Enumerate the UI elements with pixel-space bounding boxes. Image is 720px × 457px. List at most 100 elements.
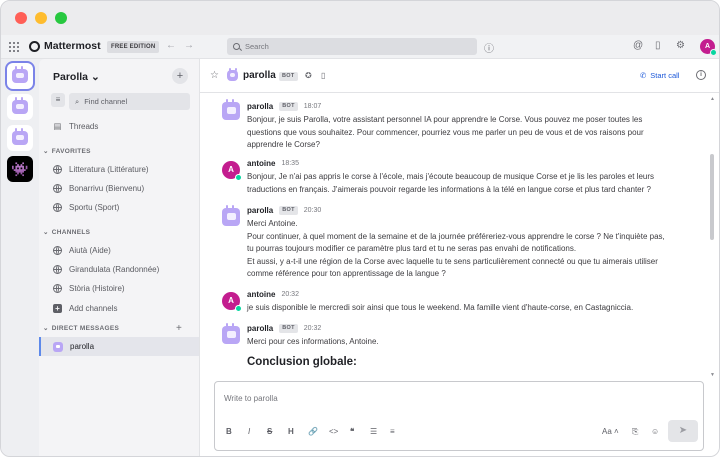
bot-avatar-icon — [53, 341, 63, 352]
post-time[interactable]: 18:07 — [304, 103, 322, 110]
scroll-down-icon[interactable]: ▼ — [710, 372, 715, 378]
post-author[interactable]: antoine — [247, 290, 275, 299]
chevron-down-icon: ⌄ — [90, 71, 100, 83]
add-button[interactable]: + — [172, 68, 188, 84]
bot-avatar[interactable] — [222, 98, 240, 120]
bot-avatar[interactable] — [222, 204, 240, 226]
globe-icon — [53, 184, 62, 193]
sidebar-item-aiuta[interactable]: Aiutà (Aide) — [39, 241, 199, 260]
bot-avatar[interactable] — [222, 322, 240, 344]
bulleted-list-button[interactable]: ☰ — [370, 427, 377, 436]
add-dm-icon[interactable]: + — [176, 323, 182, 334]
message-input[interactable] — [224, 391, 684, 405]
chevron-down-icon: ⌄ — [43, 229, 49, 236]
channels-header[interactable]: ⌄ CHANNELS — [43, 228, 90, 237]
channel-sidebar: Parolla ⌄ + ≡ ⌕ Find channel ▤ Threads ⌄… — [39, 59, 200, 456]
sidebar-item-sportu[interactable]: Sportu (Sport) — [39, 198, 199, 217]
find-channel-input[interactable]: ⌕ Find channel — [69, 93, 190, 110]
close-window-button[interactable] — [15, 12, 27, 24]
post-paragraph: Et aussi, y a-t-il une région de la Cors… — [247, 256, 658, 279]
alien-team-icon: 👾 — [11, 160, 29, 177]
scroll-up-icon[interactable]: ▲ — [710, 96, 715, 102]
sidebar-item-dm-parolla[interactable]: parolla — [39, 337, 199, 356]
sidebar-item-bonarrivu[interactable]: Bonarrivu (Bienvenu) — [39, 179, 199, 198]
attachment-icon[interactable]: ⎘ — [632, 427, 638, 437]
post-time[interactable]: 18:35 — [281, 160, 299, 167]
favorite-star-icon[interactable]: ☆ — [210, 70, 219, 81]
italic-button[interactable]: I — [248, 427, 250, 436]
filter-icon[interactable]: ≡ — [51, 93, 65, 107]
bold-button[interactable]: B — [226, 427, 232, 436]
pin-icon[interactable]: ✪ — [305, 71, 312, 80]
settings-gear-icon[interactable]: ⚙ — [676, 40, 685, 51]
post-paragraph: Merci Antoine. — [247, 219, 298, 228]
mentions-icon[interactable]: @ — [633, 40, 643, 51]
sidebar-item-girandulata[interactable]: Girandulata (Randonnée) — [39, 260, 199, 279]
post-author[interactable]: parolla — [247, 206, 273, 215]
minimize-window-button[interactable] — [35, 12, 47, 24]
sidebar-item-storia[interactable]: Stòria (Histoire) — [39, 279, 199, 298]
formatting-toggle-label: Aa — [602, 427, 612, 436]
post-paragraph: Pour continuer, à quel moment de la sema… — [247, 231, 665, 254]
back-arrow-icon[interactable]: ← — [166, 40, 176, 51]
add-channels-button[interactable]: + Add channels — [39, 299, 199, 318]
user-avatar[interactable]: A — [700, 39, 717, 56]
bot-badge: BOT — [279, 102, 298, 111]
team-menu[interactable]: Parolla ⌄ — [53, 71, 100, 83]
globe-icon — [53, 246, 62, 255]
quote-button[interactable]: ❝ — [350, 427, 354, 436]
post-author[interactable]: antoine — [247, 159, 275, 168]
send-button[interactable]: ➤ — [668, 420, 698, 442]
emoji-icon[interactable]: ☺ — [651, 427, 659, 436]
mattermost-logo-icon — [29, 40, 40, 52]
channel-view: ☆ parolla BOT ✪ ▯ ✆ Start call i parolla… — [200, 59, 719, 456]
scrollbar-thumb[interactable] — [710, 154, 714, 240]
plus-icon: + — [53, 304, 62, 313]
post-time[interactable]: 20:32 — [281, 291, 299, 298]
user-avatar-initial: A — [228, 165, 234, 174]
team-bot-icon — [12, 97, 28, 114]
globe-icon — [53, 265, 62, 274]
channel-name[interactable]: parolla — [243, 70, 276, 81]
start-call-button[interactable]: ✆ Start call — [640, 71, 679, 80]
team-parolla[interactable] — [7, 63, 33, 89]
sidebar-item-label: Girandulata (Randonnée) — [69, 265, 160, 274]
channel-info-icon[interactable]: i — [696, 70, 706, 80]
send-icon: ➤ — [678, 425, 688, 436]
sidebar-item-label: Sportu (Sport) — [69, 203, 120, 212]
link-button[interactable]: 🔗 — [308, 427, 318, 436]
maximize-window-button[interactable] — [55, 12, 67, 24]
channel-header: ☆ parolla BOT ✪ ▯ ✆ Start call i — [200, 59, 719, 93]
sidebar-item-label: Stòria (Histoire) — [69, 284, 125, 293]
sidebar-item-label: Threads — [69, 122, 99, 131]
post-time[interactable]: 20:30 — [304, 207, 322, 214]
user-avatar[interactable]: A — [222, 161, 242, 181]
numbered-list-button[interactable]: ≡ — [390, 427, 395, 436]
post-author[interactable]: parolla — [247, 324, 273, 333]
post-time[interactable]: 20:32 — [304, 325, 322, 332]
team-name: Parolla — [53, 71, 89, 83]
saved-messages-icon[interactable]: ▯ — [655, 40, 661, 51]
help-icon[interactable]: ⓘ — [484, 40, 494, 55]
search-input[interactable]: Search — [227, 38, 477, 55]
bot-badge: BOT — [279, 324, 298, 333]
forward-arrow-icon[interactable]: → — [184, 40, 194, 51]
sidebar-item-threads[interactable]: ▤ Threads — [39, 117, 199, 136]
files-icon[interactable]: ▯ — [321, 71, 325, 80]
heading-button[interactable]: H — [288, 427, 294, 436]
start-call-label: Start call — [650, 71, 680, 80]
strikethrough-button[interactable]: S — [267, 427, 272, 436]
user-avatar[interactable]: A — [222, 292, 242, 312]
team-4[interactable]: 👾 — [7, 156, 33, 182]
sidebar-item-litteratura[interactable]: Litteratura (Littérature) — [39, 160, 199, 179]
formatting-toggle-button[interactable]: Aa ˄ — [602, 427, 619, 436]
sidebar-item-label: Aiutà (Aide) — [69, 246, 111, 255]
product-menu-icon[interactable] — [9, 42, 19, 52]
favorites-header[interactable]: ⌄ FAVORITES — [43, 147, 91, 156]
direct-messages-header[interactable]: ⌄ DIRECT MESSAGES + — [43, 323, 198, 334]
code-button[interactable]: <> — [329, 427, 338, 436]
post-author[interactable]: parolla — [247, 102, 273, 111]
sidebar-item-label: parolla — [70, 342, 95, 351]
team-3[interactable] — [7, 125, 33, 151]
team-2[interactable] — [7, 94, 33, 120]
